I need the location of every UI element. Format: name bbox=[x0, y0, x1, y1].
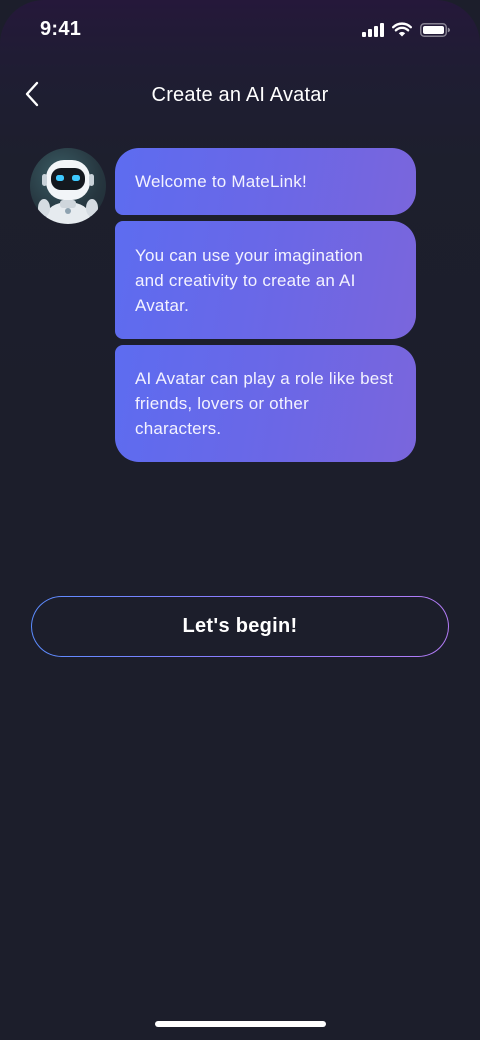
robot-avatar bbox=[30, 148, 106, 224]
create-avatar-screen: 9:41 Create an AI Avatar Welcome to Mate… bbox=[0, 0, 480, 1040]
status-icons bbox=[362, 22, 450, 37]
chat-message-text: You can use your imagination and creativ… bbox=[135, 245, 364, 315]
nav-bar: Create an AI Avatar bbox=[0, 76, 480, 116]
status-bar: 9:41 bbox=[0, 0, 480, 60]
chat-message-3: AI Avatar can play a role like best frie… bbox=[115, 345, 416, 462]
chat-message-text: Welcome to MateLink! bbox=[135, 172, 307, 191]
begin-button[interactable]: Let's begin! bbox=[31, 596, 449, 657]
battery-icon bbox=[420, 22, 450, 37]
chat-message-2: You can use your imagination and creativ… bbox=[115, 221, 416, 339]
chat-message-1: Welcome to MateLink! bbox=[115, 148, 416, 215]
chat-message-text: AI Avatar can play a role like best frie… bbox=[135, 369, 394, 438]
wifi-icon bbox=[392, 22, 412, 37]
signal-icon bbox=[362, 22, 384, 37]
status-time: 9:41 bbox=[40, 18, 82, 40]
home-indicator bbox=[155, 1021, 326, 1027]
begin-button-label: Let's begin! bbox=[182, 615, 298, 637]
page-title: Create an AI Avatar bbox=[151, 84, 329, 106]
